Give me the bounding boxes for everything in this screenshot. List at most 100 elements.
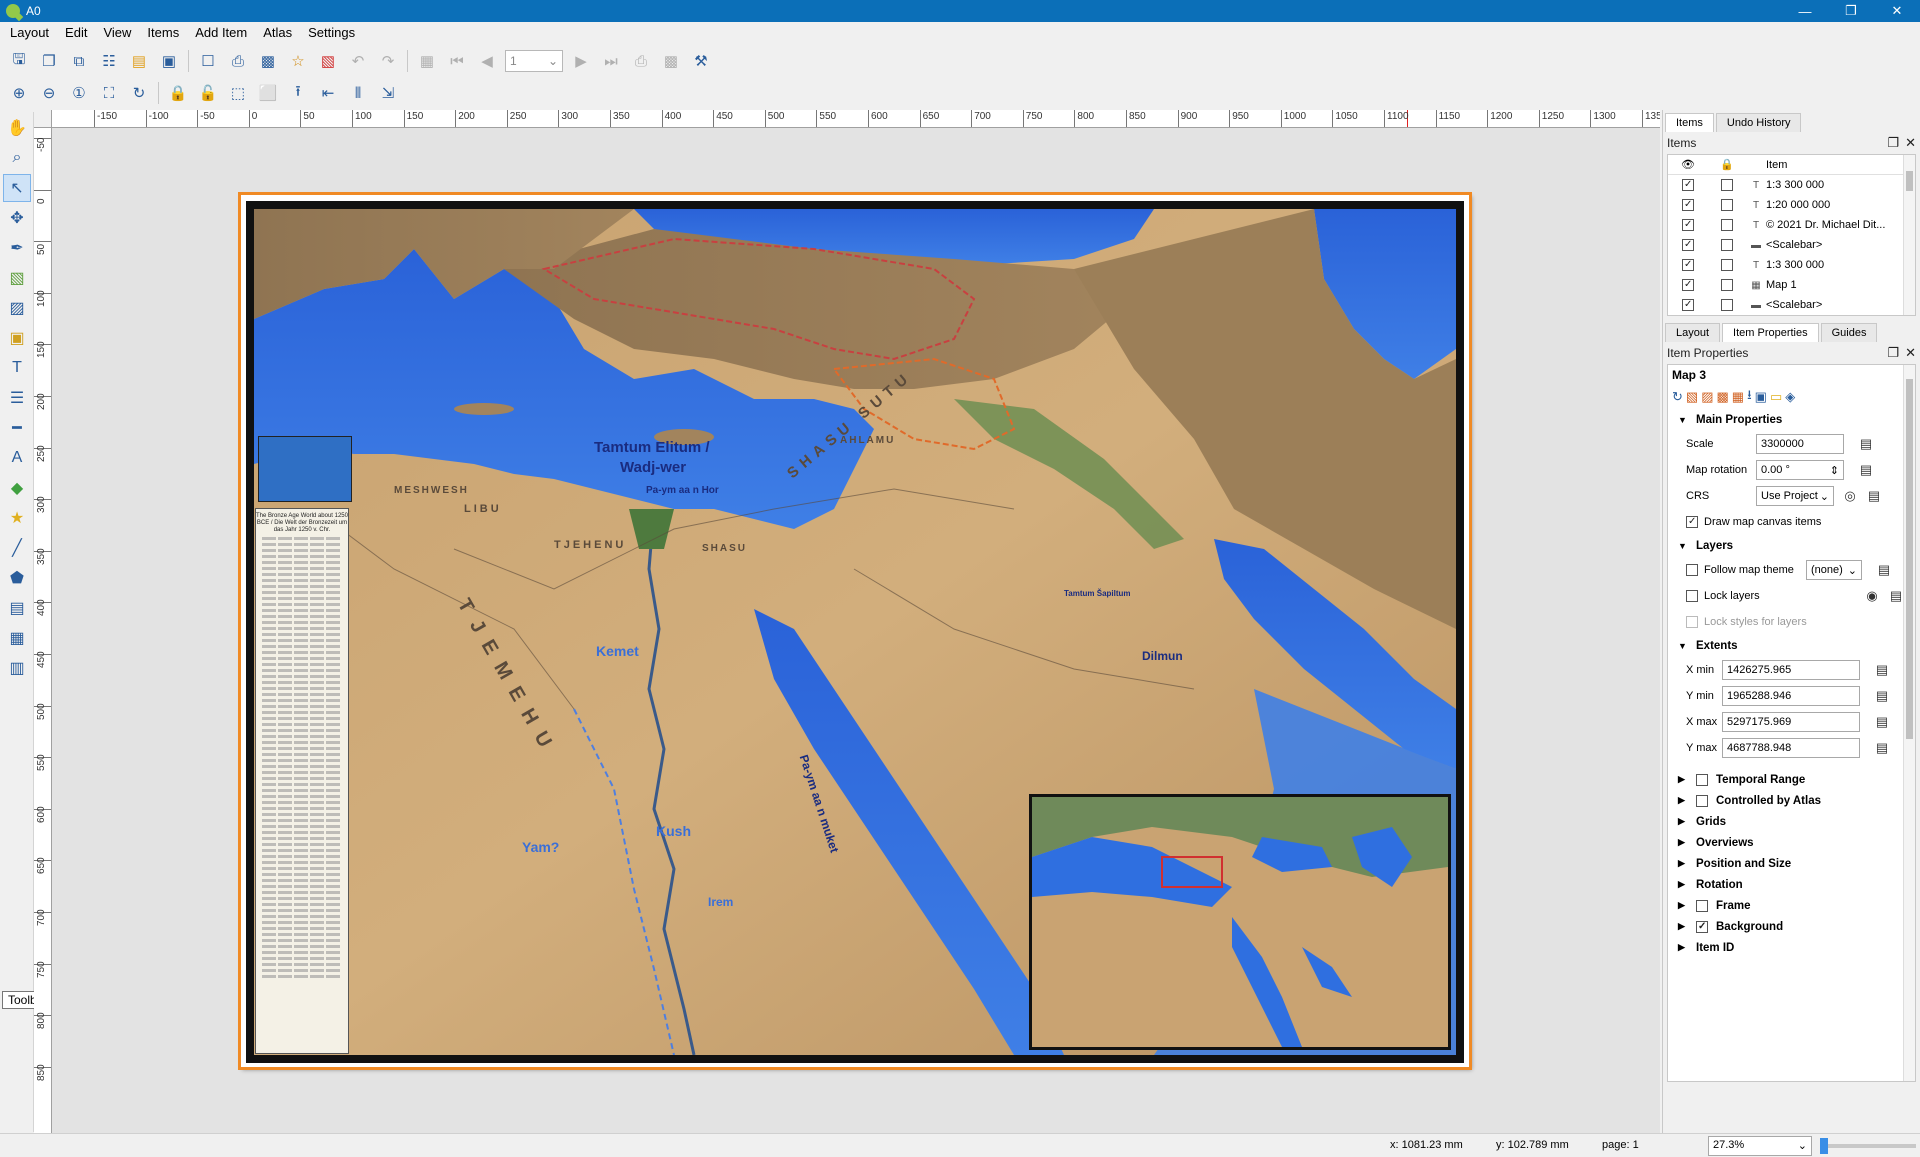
data-defined-override-icon[interactable]: ▤ (1872, 686, 1892, 706)
print-icon[interactable]: ⎙ (225, 48, 251, 74)
menu-settings[interactable]: Settings (300, 22, 363, 44)
restore-button[interactable]: ❐ (1828, 0, 1874, 22)
group-items-icon[interactable]: ⬚ (225, 80, 251, 106)
data-defined-override-icon[interactable]: ▤ (1864, 486, 1884, 506)
tab-layout[interactable]: Layout (1665, 323, 1721, 342)
add-scalebar-icon[interactable]: ━ (3, 414, 31, 442)
close-panel-icon[interactable]: ✕ (1905, 345, 1916, 361)
atlas-preview-icon[interactable]: ▦ (414, 48, 440, 74)
lock-checkbox[interactable] (1721, 279, 1733, 291)
section-checkbox[interactable] (1696, 899, 1708, 912)
section-temporal-range[interactable]: ▶ Temporal Range (1668, 769, 1915, 790)
items-list[interactable]: 👁 🔒 Item T 1:3 300 000 T 1:20 000 000 T © 202… (1667, 154, 1916, 316)
atlas-settings-icon[interactable]: ⚒ (688, 48, 714, 74)
add-legend-icon[interactable]: ☰ (3, 384, 31, 412)
data-defined-override-icon[interactable]: ▤ (1872, 712, 1892, 732)
section-rotation[interactable]: ▶ Rotation (1668, 874, 1915, 895)
items-list-row[interactable]: T 1:20 000 000 (1668, 195, 1915, 215)
section-checkbox[interactable] (1696, 773, 1708, 786)
visibility-checkbox[interactable] (1682, 219, 1694, 231)
data-defined-override-icon[interactable]: ▤ (1856, 434, 1876, 454)
items-list-row[interactable]: ▦ Map 1 (1668, 275, 1915, 295)
zoom-full-icon[interactable]: ⛶ (96, 80, 122, 106)
distribute-icon[interactable]: ⫴ (345, 80, 371, 106)
save-icon[interactable]: 🖫 (6, 48, 32, 74)
first-feature-icon[interactable]: ⏮ (444, 48, 470, 74)
next-feature-icon[interactable]: ▶ (568, 48, 594, 74)
atlas-page-select[interactable]: 1 ⌄ (505, 50, 563, 72)
section-position-and-size[interactable]: ▶ Position and Size (1668, 853, 1915, 874)
section-item-id[interactable]: ▶ Item ID (1668, 937, 1915, 958)
float-panel-icon[interactable]: ❐ (1887, 135, 1899, 151)
rotation-spinbox[interactable]: 0.00 ° ⇕ (1756, 460, 1844, 480)
data-defined-override-icon[interactable]: ▤ (1872, 738, 1892, 758)
layout-manager-icon[interactable]: ☷ (96, 48, 122, 74)
move-content-icon[interactable]: ✥ (3, 204, 31, 232)
layout-canvas[interactable]: Tamtum Elitum / Wadj-wer Pa-ym aa n Hor … (52, 128, 1660, 1133)
close-button[interactable]: ✕ (1874, 0, 1920, 22)
visibility-checkbox[interactable] (1682, 279, 1694, 291)
ymax-input[interactable]: 4687788.948 (1722, 738, 1860, 758)
page-setup-icon[interactable]: ☐ (195, 48, 221, 74)
visibility-checkbox[interactable] (1682, 179, 1694, 191)
menu-atlas[interactable]: Atlas (255, 22, 300, 44)
ungroup-items-icon[interactable]: ⬜ (255, 80, 281, 106)
add-shape-icon[interactable]: ◆ (3, 474, 31, 502)
lock-checkbox[interactable] (1721, 299, 1733, 311)
menu-edit[interactable]: Edit (57, 22, 95, 44)
tab-guides[interactable]: Guides (1820, 323, 1878, 342)
section-checkbox[interactable] (1696, 920, 1708, 933)
crs-select[interactable]: Use Project ⌄ (1756, 486, 1834, 506)
add-map-icon[interactable]: ▧ (3, 264, 31, 292)
add-north-arrow-icon[interactable]: A (3, 444, 31, 472)
lock-checkbox[interactable] (1721, 259, 1733, 271)
menu-view[interactable]: View (95, 22, 139, 44)
layer-visibility-icon[interactable]: ◉ (1862, 586, 1882, 606)
add-label-icon[interactable]: T (3, 354, 31, 382)
visibility-checkbox[interactable] (1682, 239, 1694, 251)
export-atlas-icon[interactable]: ▩ (658, 48, 684, 74)
select-move-icon[interactable]: ↖ (3, 174, 31, 202)
view-extent-icon[interactable]: ▨ (1701, 389, 1713, 405)
undo-icon[interactable]: ↶ (345, 48, 371, 74)
visibility-checkbox[interactable] (1682, 199, 1694, 211)
add-attribute-table-icon[interactable]: ▦ (3, 624, 31, 652)
items-list-row[interactable]: T 1:3 300 000 (1668, 175, 1915, 195)
lock-styles-checkbox[interactable]: Lock styles for layers (1686, 616, 1807, 628)
add-polygon-icon[interactable]: ⬟ (3, 564, 31, 592)
last-feature-icon[interactable]: ⏭ (598, 48, 624, 74)
refresh-icon[interactable]: ↻ (126, 80, 152, 106)
lock-checkbox[interactable] (1721, 219, 1733, 231)
move-content-icon[interactable]: ▩ (1717, 389, 1729, 405)
menu-layout[interactable]: Layout (2, 22, 57, 44)
bookmark-icon[interactable]: ▦ (1732, 389, 1744, 405)
section-layers[interactable]: ▼ Layers (1668, 535, 1915, 557)
data-defined-override-icon[interactable]: ▤ (1872, 660, 1892, 680)
horizontal-ruler[interactable]: -150 -100 -50 0 50 100 150 200 250 300 350 400 450 50… (52, 110, 1660, 128)
zoom-in-icon[interactable]: ⊕ (6, 80, 32, 106)
print-atlas-icon[interactable]: ⎙ (628, 48, 654, 74)
add-marker-icon[interactable]: ★ (3, 504, 31, 532)
set-extent-icon[interactable]: ▧ (1686, 389, 1698, 405)
new-layout-icon[interactable]: ❐ (36, 48, 62, 74)
xmax-input[interactable]: 5297175.969 (1722, 712, 1860, 732)
export-image-icon[interactable]: ▩ (255, 48, 281, 74)
draw-canvas-items-checkbox[interactable]: Draw map canvas items (1686, 516, 1821, 528)
items-list-row[interactable]: ▬<Scalebar> (1668, 315, 1915, 316)
scale-input[interactable]: 3300000 (1756, 434, 1844, 454)
menu-items[interactable]: Items (139, 22, 187, 44)
visibility-checkbox[interactable] (1682, 299, 1694, 311)
export-svg-icon[interactable]: ☆ (285, 48, 311, 74)
clipping-icon[interactable]: ▣ (1755, 389, 1767, 405)
pan-layout-icon[interactable]: ✋ (3, 114, 31, 142)
save-template-icon[interactable]: ▣ (156, 48, 182, 74)
resize-icon[interactable]: ⇲ (375, 80, 401, 106)
data-defined-override-icon[interactable]: ▤ (1856, 460, 1876, 480)
items-list-row[interactable]: ▬<Scalebar> (1668, 235, 1915, 255)
lock-checkbox[interactable] (1721, 239, 1733, 251)
section-background[interactable]: ▶Background (1668, 916, 1915, 937)
zoom-100-icon[interactable]: ① (66, 80, 92, 106)
section-grids[interactable]: ▶ Grids (1668, 811, 1915, 832)
float-panel-icon[interactable]: ❐ (1887, 345, 1899, 361)
lock-checkbox[interactable] (1721, 199, 1733, 211)
